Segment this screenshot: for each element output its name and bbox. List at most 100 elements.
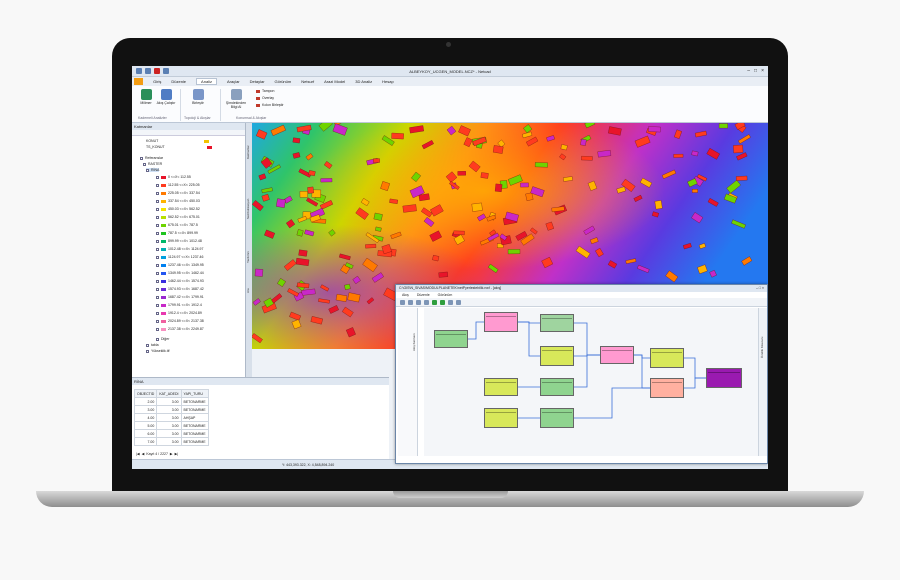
close-icon[interactable]: ×: [761, 68, 764, 74]
range-item[interactable]: 1237.46 <=X< 1349.95: [156, 263, 204, 267]
tab-analiz[interactable]: Analiz: [196, 78, 217, 85]
table-row[interactable]: 4.00 3.00 AHŞAP: [133, 413, 209, 422]
range-item[interactable]: 2024.89 <=X< 2137.38: [156, 319, 204, 323]
workflow-window-controls[interactable]: – □ ×: [756, 285, 764, 292]
range-checkbox[interactable]: [156, 303, 159, 307]
range-item[interactable]: 450.03 <=X< 562.52: [156, 207, 200, 211]
range-checkbox[interactable]: [156, 183, 159, 187]
join-columns-item[interactable]: Kolon Birleştir: [256, 103, 284, 107]
layer-checkbox[interactable]: [143, 162, 146, 166]
workflow-node[interactable]: [540, 408, 574, 428]
range-checkbox[interactable]: [156, 231, 159, 235]
first-record-icon[interactable]: |◀: [136, 452, 140, 456]
overlay-item[interactable]: Overlay: [256, 96, 274, 100]
range-item[interactable]: 1124.97 <=X< 1237.46: [156, 255, 203, 259]
zoom-icon[interactable]: [456, 299, 461, 305]
layer-checkbox[interactable]: [156, 337, 159, 341]
prev-record-icon[interactable]: ◀: [142, 452, 145, 456]
range-checkbox[interactable]: [156, 271, 159, 275]
menu-gorunum[interactable]: Görünüm: [438, 293, 453, 297]
menu-duzenle[interactable]: Düzenle: [417, 293, 430, 297]
property-tab[interactable]: Özellik Kılavuzu: [760, 312, 766, 382]
buffer-item[interactable]: Tampon: [256, 89, 274, 93]
range-checkbox[interactable]: [156, 247, 159, 251]
column-header[interactable]: KAT_ADEDI: [156, 389, 182, 398]
workflow-node[interactable]: [540, 378, 574, 396]
table-row[interactable]: 2.00 3.00 BETONARME: [133, 397, 209, 406]
range-checkbox[interactable]: [156, 327, 159, 331]
layers-toolbar[interactable]: [132, 130, 245, 136]
run-icon[interactable]: [432, 299, 437, 305]
range-item[interactable]: 1912.4 <=X< 2024.89: [156, 311, 202, 315]
range-checkbox[interactable]: [156, 255, 159, 259]
tab-arazi-model[interactable]: Arazi Model: [324, 79, 345, 84]
open-icon[interactable]: [408, 299, 413, 305]
window-controls[interactable]: – □ ×: [747, 68, 764, 74]
table-row[interactable]: 6.00 3.00 BETONARME: [133, 429, 209, 438]
range-checkbox[interactable]: [156, 199, 159, 203]
next-record-icon[interactable]: ▶: [170, 452, 173, 456]
range-checkbox[interactable]: [156, 295, 159, 299]
range-item[interactable]: 225.05 <=X< 337.54: [156, 191, 200, 195]
table-row[interactable]: 7.00 3.00 BETONARME: [133, 437, 209, 446]
file-menu[interactable]: [134, 78, 144, 85]
range-checkbox[interactable]: [156, 207, 159, 211]
range-checkbox[interactable]: [156, 215, 159, 219]
range-checkbox[interactable]: [156, 175, 159, 179]
layer-checkbox[interactable]: [146, 168, 149, 172]
range-item[interactable]: 337.54 <=X< 450.03: [156, 199, 200, 203]
tab-gorunum[interactable]: Görünüm: [275, 79, 292, 84]
tree-node[interactable]: RASTER: [143, 162, 162, 166]
range-item[interactable]: 1574.93 <=X< 1687.42: [156, 287, 204, 291]
range-item[interactable]: 1799.91 <=X< 1912.4: [156, 303, 202, 307]
layer-checkbox[interactable]: [140, 156, 143, 160]
info-button[interactable]: Şimdekinden Bilgi Al: [224, 89, 248, 109]
last-record-icon[interactable]: ▶|: [175, 452, 179, 456]
workflow-node[interactable]: [650, 348, 684, 368]
range-item[interactable]: 2137.38 <=X< 2249.87: [156, 327, 204, 331]
workflow-node[interactable]: [706, 368, 742, 388]
maximize-icon[interactable]: □: [754, 68, 757, 74]
range-checkbox[interactable]: [156, 287, 159, 291]
tab-detaylar[interactable]: Detaylar: [250, 79, 265, 84]
stop-icon[interactable]: [448, 299, 453, 305]
tab-araclar[interactable]: Araçlar: [227, 79, 240, 84]
save-icon[interactable]: [416, 299, 421, 305]
workflow-node[interactable]: [650, 378, 684, 398]
range-checkbox[interactable]: [156, 239, 159, 243]
range-item[interactable]: 112.55 <=X< 225.05: [156, 183, 200, 187]
workflow-window[interactable]: C:\GIS\N_SIVAS\MODULPLANETEK\netPyerlest…: [395, 284, 768, 464]
step-icon[interactable]: [440, 299, 445, 305]
workflow-canvas[interactable]: [424, 308, 758, 456]
table-row[interactable]: 5.00 3.00 BETONARME: [133, 421, 209, 430]
workflow-node[interactable]: [484, 378, 518, 396]
range-checkbox[interactable]: [156, 191, 159, 195]
workflow-node[interactable]: [484, 312, 518, 332]
merge-button[interactable]: Birleştir: [188, 89, 208, 105]
layer-item[interactable]: KONUT: [146, 139, 210, 143]
tree-node[interactable]: tabla: [146, 343, 159, 347]
range-item[interactable]: 1349.95 <=X< 1462.44: [156, 271, 204, 275]
tree-node[interactable]: Yükseklik.tif: [146, 349, 169, 353]
layer-checkbox[interactable]: [146, 343, 149, 347]
range-item[interactable]: 562.52 <=X< 675.01: [156, 215, 200, 219]
workflow-node[interactable]: [434, 330, 468, 348]
tab-duzenle[interactable]: Düzenle: [171, 79, 186, 84]
range-item[interactable]: 787.5 <=X< 899.99: [156, 231, 198, 235]
range-item[interactable]: 1012.48 <=X< 1124.97: [156, 247, 203, 251]
workflow-node[interactable]: [484, 408, 518, 428]
range-item[interactable]: 0 <=X< 112.55: [156, 175, 191, 179]
range-checkbox[interactable]: [156, 263, 159, 267]
minimize-icon[interactable]: –: [747, 68, 750, 74]
menu-akis[interactable]: Akış: [402, 293, 409, 297]
tab-3d-analiz[interactable]: 3D Analiz: [355, 79, 372, 84]
layer-checkbox[interactable]: [146, 349, 149, 353]
column-header[interactable]: OBJECTID: [133, 389, 158, 398]
tab-hesap[interactable]: Hesap: [382, 79, 394, 84]
range-item[interactable]: 1462.44 <=X< 1574.93: [156, 279, 204, 283]
range-checkbox[interactable]: [156, 311, 159, 315]
layer-item[interactable]: TS_KONUT: [146, 145, 212, 149]
record-navigator[interactable]: |◀ ◀ Kayıt 4 / 2227 ▶ ▶|: [136, 452, 178, 456]
workflow-node[interactable]: [600, 346, 634, 364]
range-checkbox[interactable]: [156, 319, 159, 323]
